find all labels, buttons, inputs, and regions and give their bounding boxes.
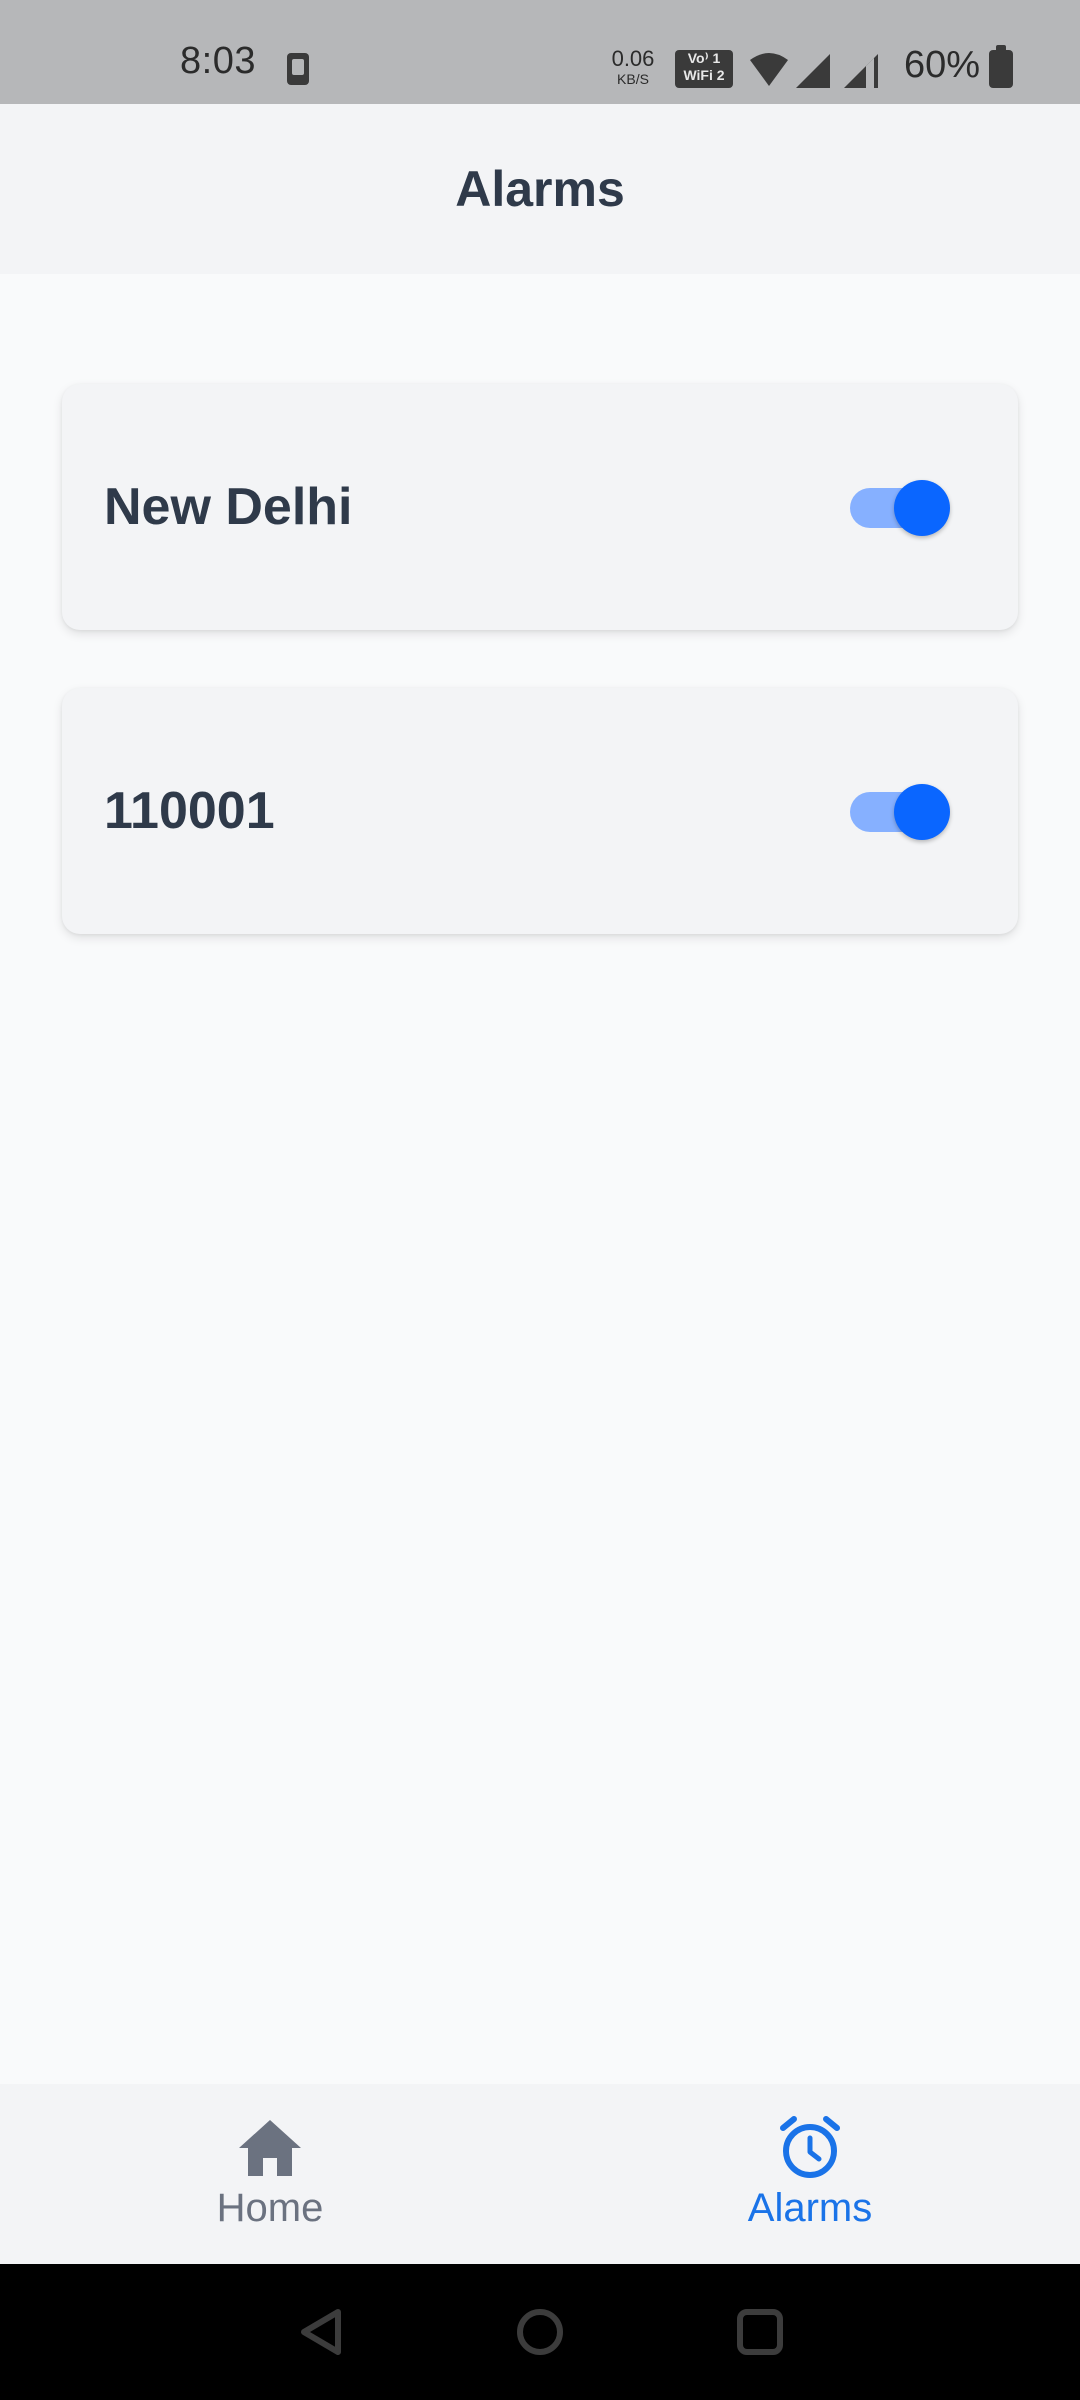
recents-square-icon[interactable] — [732, 2304, 788, 2360]
alarm-card[interactable]: New Delhi — [62, 384, 1018, 630]
alarm-toggle[interactable] — [846, 784, 952, 840]
bottom-navigation: Home Alarms — [0, 2084, 1080, 2264]
wifi-icon — [750, 53, 788, 86]
network-speed: 0.06 KB/S — [606, 46, 660, 87]
download-notification-icon — [287, 53, 309, 85]
alarm-clock-icon — [780, 2116, 840, 2178]
status-time: 8:03 — [180, 40, 256, 82]
alarm-toggle[interactable] — [846, 480, 952, 536]
system-navigation-bar — [0, 2264, 1080, 2400]
nav-label-alarms: Alarms — [747, 2186, 873, 2230]
cell-signal-icon — [796, 54, 830, 88]
battery-icon — [989, 45, 1013, 88]
alarm-card[interactable]: 110001 — [62, 688, 1018, 934]
app-header: Alarms — [0, 104, 1080, 274]
network-speed-value: 0.06 — [611, 46, 655, 71]
back-icon[interactable] — [294, 2304, 350, 2360]
toggle-knob — [894, 480, 950, 536]
vowifi-line2: WiFi 2 — [683, 67, 725, 83]
nav-item-home[interactable]: Home — [0, 2084, 540, 2264]
vowifi-line1: Vo⁾ 1 — [687, 50, 721, 66]
toggle-knob — [894, 784, 950, 840]
home-icon — [239, 2120, 301, 2176]
home-circle-icon[interactable] — [512, 2304, 568, 2360]
nav-label-home: Home — [216, 2186, 324, 2230]
page-title: Alarms — [455, 161, 625, 217]
cell-signal-icon — [844, 54, 878, 88]
vowifi-icon: Vo⁾ 1 WiFi 2 — [675, 50, 733, 88]
alarm-label: 110001 — [104, 782, 275, 840]
status-bar: 8:03 0.06 KB/S Vo⁾ 1 WiFi 2 60% — [0, 0, 1080, 104]
network-speed-unit: KB/S — [617, 71, 649, 87]
status-signal-icons — [750, 53, 878, 88]
alarm-label: New Delhi — [104, 478, 353, 536]
nav-item-alarms[interactable]: Alarms — [540, 2084, 1080, 2264]
battery-percent: 60% — [904, 44, 981, 86]
